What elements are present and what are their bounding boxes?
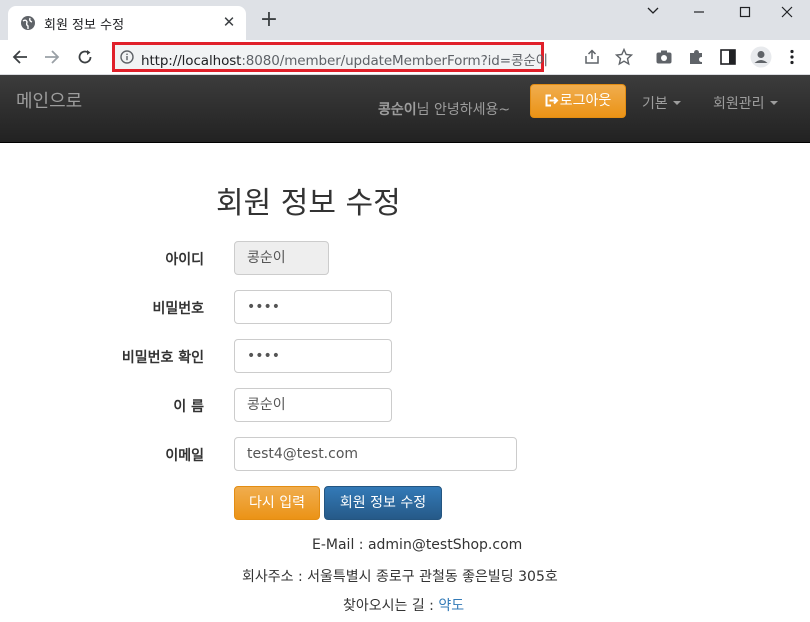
url-text: http://localhost:8080/member/updateMembe… — [141, 49, 548, 69]
tab-search-icon[interactable] — [630, 0, 676, 26]
tab-title: 회원 정보 수정 — [44, 18, 125, 33]
extensions-puzzle-icon[interactable] — [687, 48, 705, 66]
id-label: 아이디 — [165, 252, 204, 268]
logout-icon — [545, 94, 559, 107]
profile-avatar-icon[interactable] — [750, 46, 772, 68]
bookmark-star-icon[interactable] — [615, 48, 633, 66]
address-bar[interactable]: http://localhost:8080/member/updateMembe… — [112, 42, 548, 72]
menu-members[interactable]: 회원관리 — [713, 93, 778, 113]
site-navbar: 메인으로 콩순이님 안녕하세용~ 로그아웃 기본 회원관리 — [0, 75, 810, 143]
password-field[interactable]: •••• — [234, 290, 392, 324]
share-icon[interactable] — [583, 48, 601, 66]
maximize-icon[interactable] — [722, 0, 768, 26]
minimize-icon[interactable] — [676, 0, 722, 26]
password-label: 비밀번호 — [152, 301, 204, 317]
footer-directions: 찾아오시는 길 : 약도 — [343, 595, 464, 615]
back-icon[interactable] — [7, 44, 33, 70]
caret-down-icon — [769, 101, 778, 105]
camera-icon[interactable] — [655, 48, 673, 66]
email-field[interactable]: test4@test.com — [234, 437, 517, 471]
forward-icon[interactable] — [39, 44, 65, 70]
reset-button[interactable]: 다시 입력 — [234, 486, 320, 520]
id-field[interactable]: 콩순이 — [234, 241, 329, 275]
menu-members-label: 회원관리 — [713, 96, 765, 112]
password-confirm-label: 비밀번호 확인 — [121, 350, 204, 366]
menu-basic[interactable]: 기본 — [642, 93, 681, 113]
browser-tab[interactable]: 회원 정보 수정 ✕ — [8, 6, 246, 40]
info-icon[interactable] — [120, 50, 134, 64]
globe-icon — [21, 16, 35, 30]
tab-close-icon[interactable]: ✕ — [220, 13, 238, 31]
side-panel-icon[interactable] — [719, 48, 737, 66]
footer-address: 회사주소 : 서울특별시 종로구 관철동 좋은빌딩 305호 — [242, 569, 558, 585]
page-title: 회원 정보 수정 — [216, 186, 401, 221]
reload-icon[interactable] — [72, 44, 98, 70]
caret-down-icon — [672, 101, 681, 105]
user-name: 콩순이 — [378, 102, 417, 118]
map-link[interactable]: 약도 — [438, 598, 464, 614]
greeting-suffix: 님 안녕하세용~ — [416, 102, 511, 118]
logout-button[interactable]: 로그아웃 — [530, 84, 626, 118]
browser-toolbar: http://localhost:8080/member/updateMembe… — [0, 40, 810, 75]
user-greeting: 콩순이님 안녕하세용~ — [378, 99, 510, 119]
footer-email: E-Mail : admin@testShop.com — [312, 537, 523, 553]
name-label: 이 름 — [173, 399, 204, 415]
browser-tabstrip: 회원 정보 수정 ✕ + — [0, 0, 810, 40]
close-window-icon[interactable] — [764, 0, 810, 26]
email-label: 이메일 — [165, 448, 204, 464]
logout-label: 로그아웃 — [559, 93, 612, 109]
new-tab-icon[interactable]: + — [258, 9, 280, 31]
menu-basic-label: 기본 — [642, 96, 668, 112]
url-host: http://localhost — [141, 53, 242, 69]
name-field[interactable]: 콩순이 — [234, 388, 392, 422]
submit-button[interactable]: 회원 정보 수정 — [324, 486, 442, 520]
home-link[interactable]: 메인으로 — [16, 87, 82, 113]
password-confirm-field[interactable]: •••• — [234, 339, 392, 373]
url-path: :8080/member/updateMemberForm?id=콩순이 — [241, 53, 548, 69]
footer-directions-prefix: 찾아오시는 길 : — [343, 598, 439, 614]
more-menu-icon[interactable] — [783, 48, 801, 66]
